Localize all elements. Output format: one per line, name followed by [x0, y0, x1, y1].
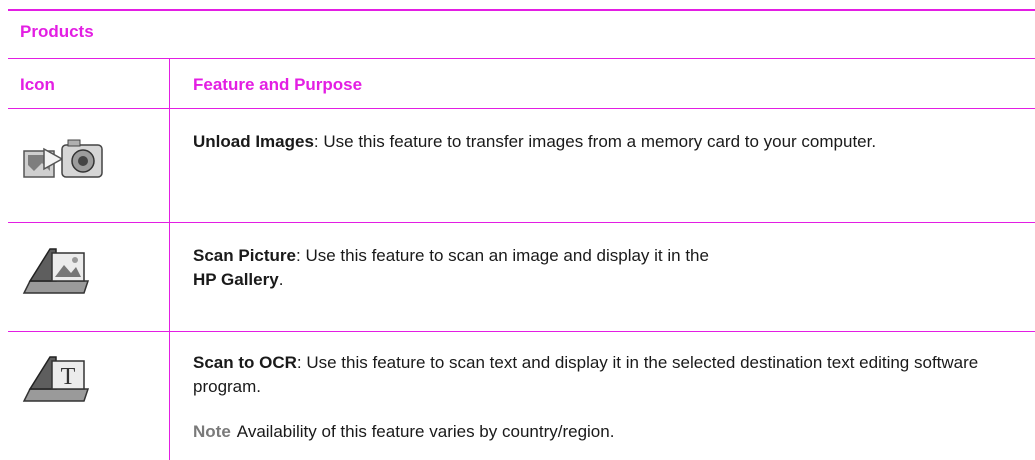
- svg-text:T: T: [61, 364, 76, 390]
- table-top-rule: [8, 9, 1035, 11]
- header-divider: [8, 108, 1035, 109]
- column-header-feature: Feature and Purpose: [193, 75, 363, 94]
- note-text: Availability of this feature varies by c…: [236, 422, 615, 441]
- row-divider: [8, 222, 1035, 223]
- note: Note Availability of this feature varies …: [193, 422, 614, 442]
- row-description: Scan to OCR: Use this feature to scan te…: [193, 351, 1013, 399]
- note-label: Note: [193, 422, 231, 441]
- column-divider: [169, 59, 170, 460]
- column-header-icon: Icon: [20, 75, 55, 94]
- scan-picture-icon: [22, 245, 92, 300]
- feature-description: : Use this feature to scan text and disp…: [193, 353, 979, 396]
- row-divider: [8, 331, 1035, 332]
- caption-divider: [8, 58, 1035, 59]
- table-caption: Products: [20, 22, 94, 41]
- feature-description: : Use this feature to scan an image and …: [296, 246, 709, 265]
- products-table: Products Icon Feature and Purpose Unload…: [0, 0, 1035, 460]
- hp-gallery-link[interactable]: HP Gallery: [193, 270, 279, 289]
- sentence-period: .: [278, 270, 284, 289]
- row-description: Unload Images: Use this feature to trans…: [193, 130, 1013, 154]
- feature-title: Scan Picture: [193, 246, 296, 265]
- feature-title: Scan to OCR: [193, 353, 297, 372]
- row-description: Scan Picture: Use this feature to scan a…: [193, 244, 1013, 292]
- unload-images-icon: [22, 135, 108, 190]
- scan-to-ocr-icon: T: [22, 353, 92, 408]
- feature-title: Unload Images: [193, 132, 314, 151]
- feature-description: : Use this feature to transfer images fr…: [313, 132, 877, 151]
